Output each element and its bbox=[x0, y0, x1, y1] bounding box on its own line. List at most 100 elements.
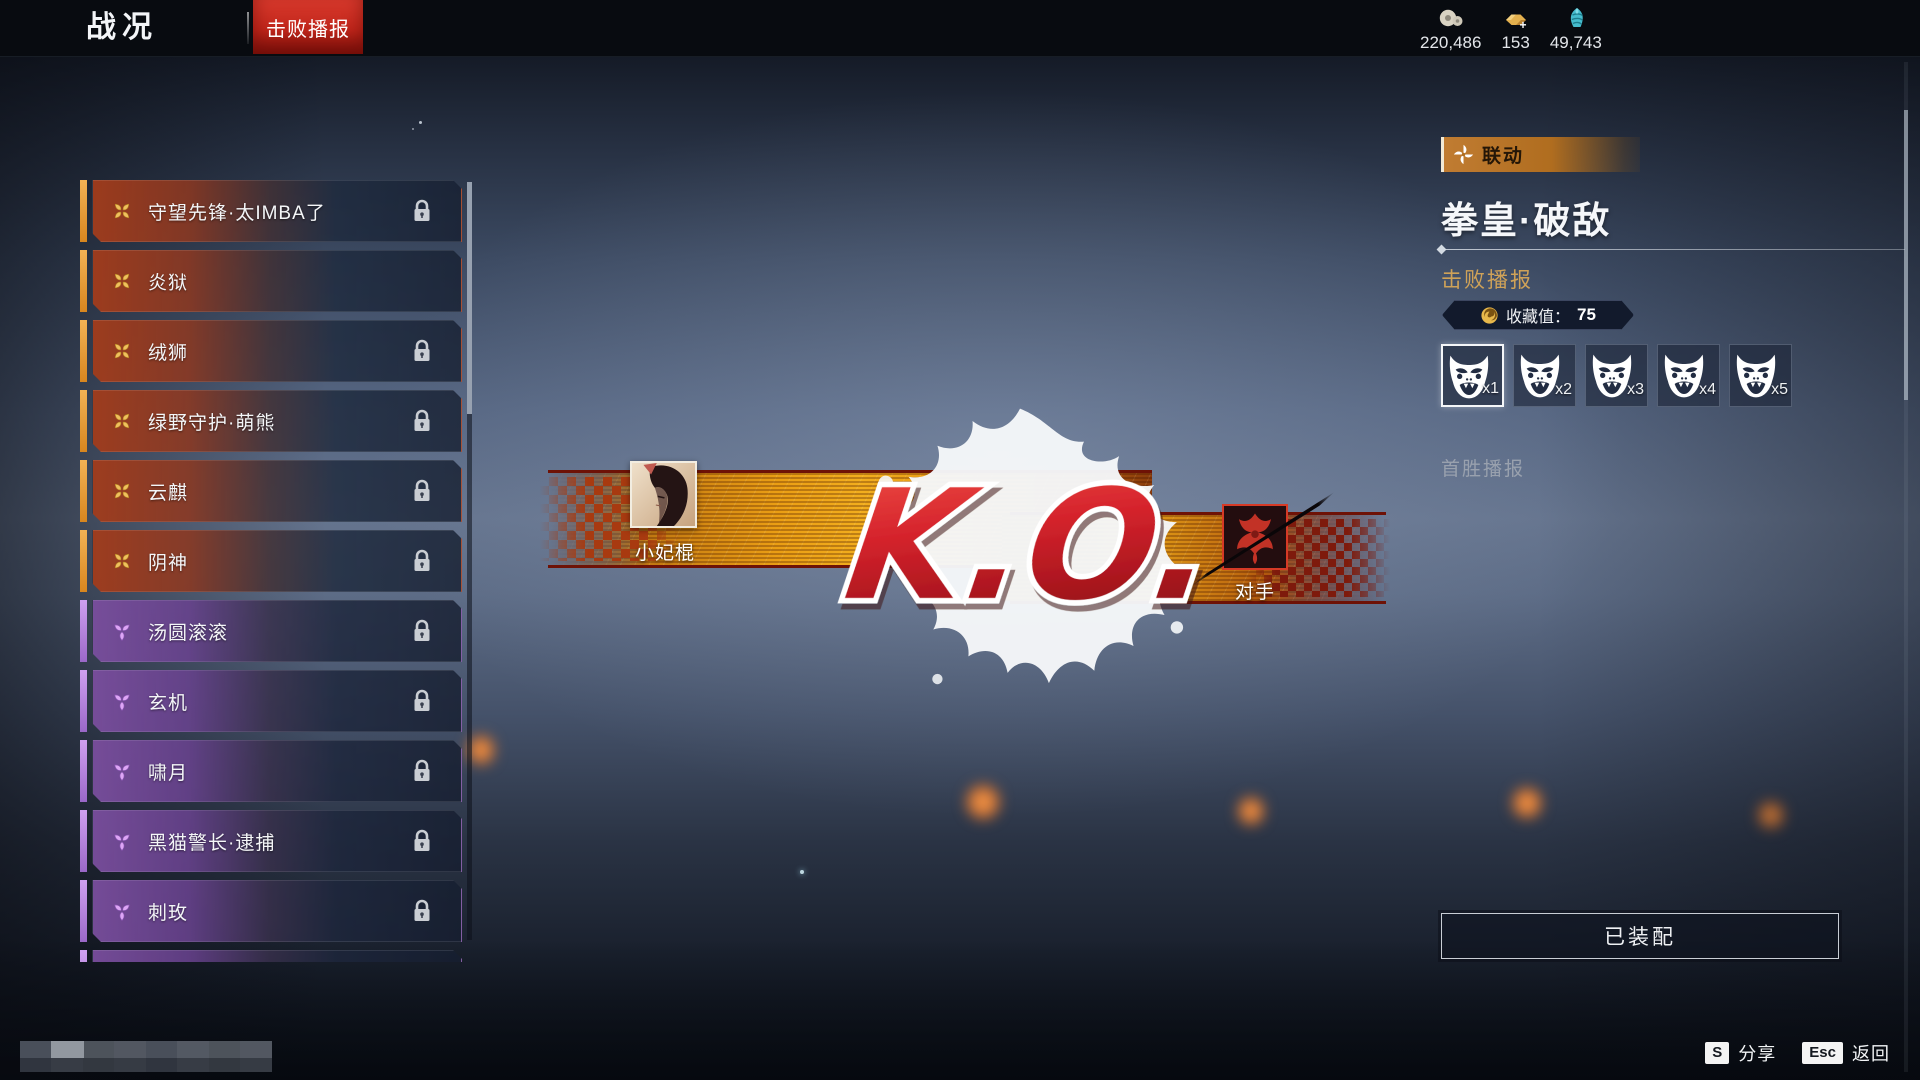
currency-item[interactable]: 49,743 bbox=[1550, 7, 1602, 53]
sidebar-item[interactable]: 守望先锋·太IMBA了 bbox=[80, 180, 470, 242]
key-badge: S bbox=[1705, 1042, 1729, 1064]
lantern-glow bbox=[966, 783, 1000, 821]
lantern-glow bbox=[1512, 786, 1542, 820]
sidebar-item-label: 刺玫 bbox=[148, 898, 188, 925]
key-badge: Esc bbox=[1802, 1042, 1843, 1064]
purple-flower-icon bbox=[110, 689, 134, 713]
tab-divider bbox=[247, 12, 249, 44]
sidebar-item-card: 啸月 bbox=[92, 740, 462, 802]
lock-icon bbox=[411, 549, 433, 573]
hotkey-bar: S 分享 Esc 返回 bbox=[1705, 1040, 1890, 1066]
tile-count-label: x1 bbox=[1482, 380, 1499, 398]
sidebar-item[interactable]: 黑猫警长·逮捕 bbox=[80, 810, 470, 872]
broadcast-variant-tile[interactable]: x3 bbox=[1585, 344, 1648, 407]
collection-label: 收藏值： bbox=[1506, 303, 1570, 327]
battle-status-screen: 战况 击败播报 220,486 + 153 49,743 bbox=[0, 0, 1920, 1080]
hotkey[interactable]: Esc 返回 bbox=[1802, 1040, 1890, 1066]
currency-bar: 220,486 + 153 49,743 bbox=[1420, 7, 1602, 53]
broadcast-variant-tile[interactable]: x1 bbox=[1441, 344, 1504, 407]
tier-accent-bar bbox=[80, 530, 87, 592]
purple-flower-icon bbox=[110, 899, 134, 923]
svg-text:+: + bbox=[1519, 18, 1526, 31]
lock-icon bbox=[411, 479, 433, 503]
sidebar-item[interactable] bbox=[80, 950, 470, 962]
sidebar-item[interactable]: 阴神 bbox=[80, 530, 470, 592]
tier-accent-bar bbox=[80, 390, 87, 452]
player-name: 小妃棍 bbox=[630, 538, 700, 565]
lock-icon bbox=[411, 689, 433, 713]
first-win-label: 首胜播报 bbox=[1441, 454, 1525, 481]
sidebar-item-card: 汤圆滚滚 bbox=[92, 600, 462, 662]
currency-item[interactable]: 220,486 bbox=[1420, 7, 1481, 53]
currency-item[interactable]: + 153 bbox=[1501, 7, 1529, 53]
shuriken-icon bbox=[1453, 144, 1474, 165]
tier-accent-bar bbox=[80, 600, 87, 662]
tile-count-label: x4 bbox=[1699, 381, 1716, 399]
jade-icon bbox=[1563, 7, 1589, 31]
svg-text:K.O.: K.O. bbox=[837, 458, 1229, 635]
panel-scrollbar-thumb[interactable] bbox=[1904, 110, 1908, 400]
sidebar-item-card: 阴神 bbox=[92, 530, 462, 592]
sidebar-item-card: 炎狱 bbox=[92, 250, 462, 312]
lock-icon bbox=[411, 409, 433, 433]
sidebar-item[interactable]: 绒狮 bbox=[80, 320, 470, 382]
gold-flower-icon bbox=[110, 549, 134, 573]
lock-icon bbox=[411, 829, 433, 853]
tile-count-label: x5 bbox=[1771, 381, 1788, 399]
sidebar-item[interactable]: 云麒 bbox=[80, 460, 470, 522]
gold-flower-icon bbox=[110, 199, 134, 223]
sidebar-scrollbar[interactable] bbox=[467, 182, 472, 940]
sidebar-item[interactable]: 玄机 bbox=[80, 670, 470, 732]
sidebar-item-label: 绒狮 bbox=[148, 338, 188, 365]
panel-scrollbar[interactable] bbox=[1904, 62, 1908, 1072]
gold-flower-icon bbox=[110, 269, 134, 293]
sidebar-item[interactable]: 炎狱 bbox=[80, 250, 470, 312]
sidebar-item-card: 绒狮 bbox=[92, 320, 462, 382]
lock-icon bbox=[411, 759, 433, 783]
broadcast-list: 守望先锋·太IMBA了 bbox=[80, 180, 470, 962]
tier-accent-bar bbox=[80, 810, 87, 872]
sidebar-item[interactable]: 汤圆滚滚 bbox=[80, 600, 470, 662]
broadcast-variant-tile[interactable]: x2 bbox=[1513, 344, 1576, 407]
tier-accent-bar bbox=[80, 670, 87, 732]
sidebar-item-label: 阴神 bbox=[148, 548, 188, 575]
sidebar-item-label: 黑猫警长·逮捕 bbox=[148, 828, 275, 855]
gold-flower-icon bbox=[110, 479, 134, 503]
broadcast-variant-tile[interactable]: x4 bbox=[1657, 344, 1720, 407]
collab-badge: 联动 bbox=[1441, 137, 1640, 172]
tab-defeat-broadcast[interactable]: 击败播报 bbox=[253, 0, 363, 54]
currency-value: 220,486 bbox=[1420, 33, 1481, 53]
lock-icon bbox=[411, 199, 433, 223]
lock-icon bbox=[411, 619, 433, 643]
sidebar-item-card bbox=[92, 950, 462, 962]
player-avatar bbox=[630, 461, 697, 528]
detail-title: 拳皇·破敌 bbox=[1441, 190, 1611, 244]
sidebar-item-label: 炎狱 bbox=[148, 268, 188, 295]
coins-icon bbox=[1438, 7, 1464, 31]
lantern-glow bbox=[1758, 800, 1784, 830]
collection-swirl-icon bbox=[1480, 306, 1499, 325]
sidebar-item-card: 黑猫警长·逮捕 bbox=[92, 810, 462, 872]
sidebar-item-label: 守望先锋·太IMBA了 bbox=[148, 198, 326, 225]
sidebar-item[interactable]: 刺玫 bbox=[80, 880, 470, 942]
tier-accent-bar bbox=[80, 180, 87, 242]
sidebar-item-label: 汤圆滚滚 bbox=[148, 618, 228, 645]
hotkey-label: 分享 bbox=[1738, 1040, 1776, 1066]
category-label: 击败播报 bbox=[1441, 264, 1533, 294]
sidebar-scrollbar-thumb[interactable] bbox=[467, 182, 472, 414]
tile-count-label: x2 bbox=[1555, 381, 1572, 399]
sidebar-item-label: 云麒 bbox=[148, 478, 188, 505]
star-speck bbox=[419, 121, 422, 124]
gold-flower-icon bbox=[110, 409, 134, 433]
hotkey[interactable]: S 分享 bbox=[1705, 1040, 1776, 1066]
broadcast-variant-tile[interactable]: x5 bbox=[1729, 344, 1792, 407]
broadcast-variant-row: x1 x2 x3 bbox=[1441, 344, 1792, 407]
equipped-button[interactable]: 已装配 bbox=[1441, 913, 1839, 959]
lock-icon bbox=[411, 899, 433, 923]
sidebar-item[interactable]: 绿野守护·萌熊 bbox=[80, 390, 470, 452]
equipped-button-label: 已装配 bbox=[1604, 921, 1676, 951]
lock-icon bbox=[411, 339, 433, 363]
currency-value: 153 bbox=[1501, 33, 1529, 53]
sidebar-item-label: 啸月 bbox=[148, 758, 188, 785]
sidebar-item[interactable]: 啸月 bbox=[80, 740, 470, 802]
